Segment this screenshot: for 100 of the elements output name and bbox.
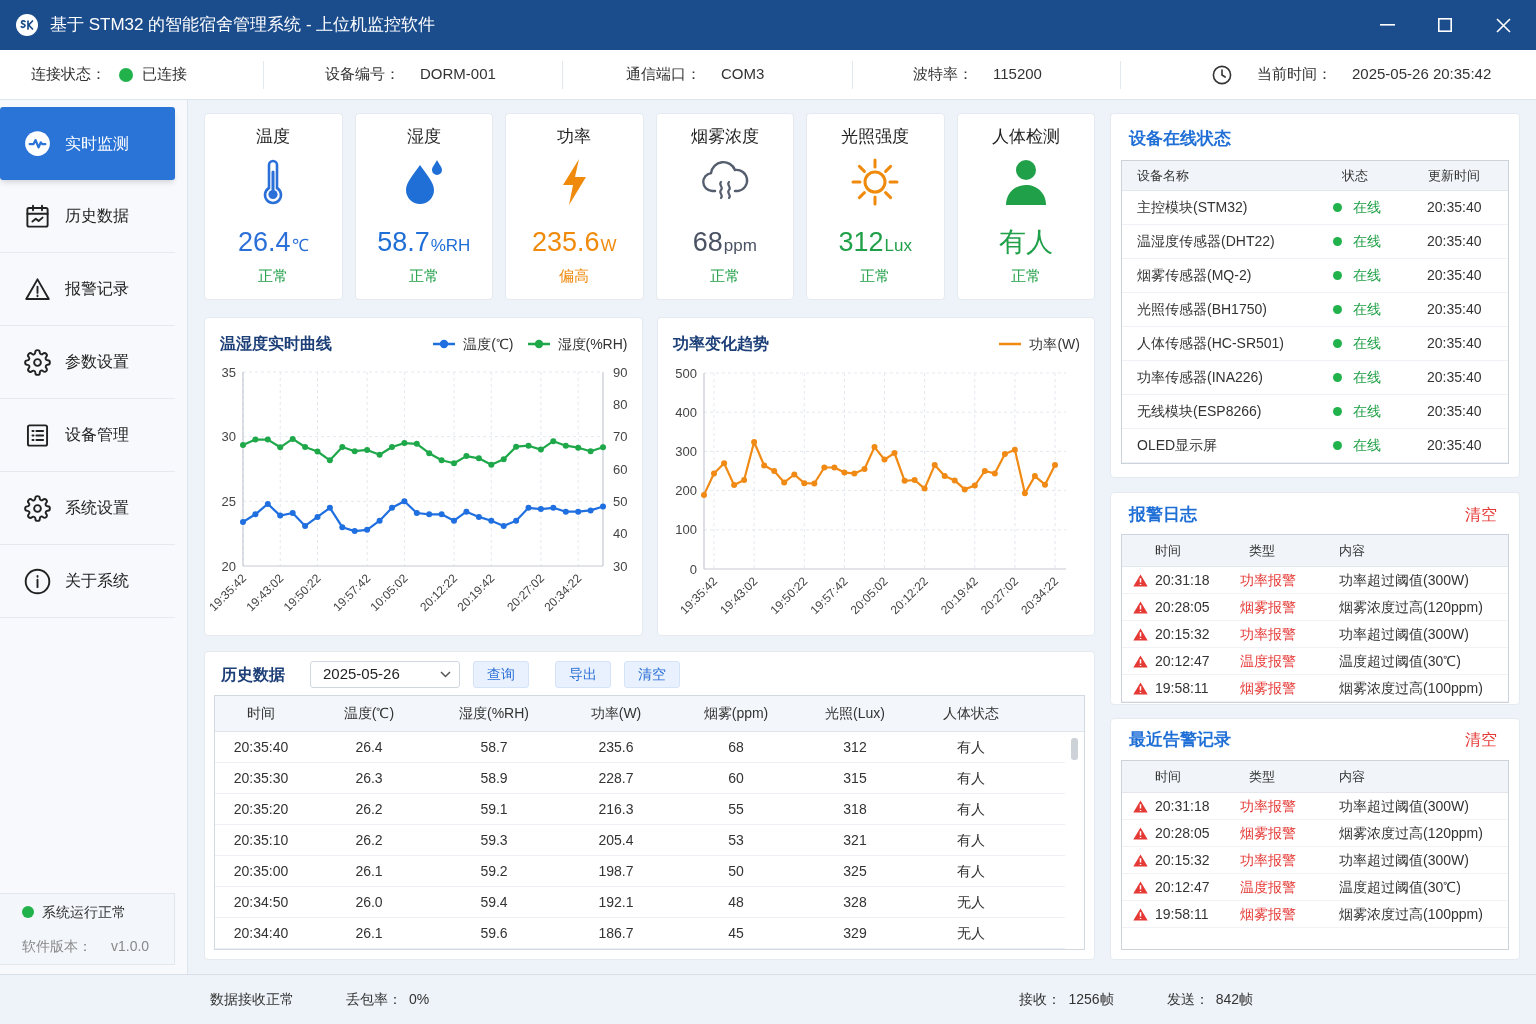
- data-point: [550, 504, 557, 511]
- data-point: [500, 456, 507, 463]
- table-cell-text: 温湿度传感器(DHT22): [1136, 232, 1276, 251]
- export-button[interactable]: 导出: [555, 661, 611, 688]
- column-header: 人体状态: [942, 704, 1000, 723]
- table-cell-text: 20:35:40: [1426, 334, 1483, 353]
- sensor-value: 68: [692, 226, 723, 258]
- data-point: [840, 469, 847, 476]
- legend-label: 功率(W): [1029, 334, 1080, 354]
- table-cell-text: 59.6: [479, 923, 509, 943]
- section-title: 报警日志: [1129, 504, 1197, 527]
- table-cell-text: 温度报警: [1240, 651, 1297, 671]
- column-header: 类型: [1248, 541, 1276, 560]
- nav-item[interactable]: 关于系统: [0, 545, 175, 618]
- scrollbar-thumb[interactable]: [1071, 738, 1078, 760]
- nav-item[interactable]: 历史数据: [0, 180, 175, 253]
- version-value: v1.0.0: [111, 936, 150, 956]
- data-point: [463, 453, 470, 460]
- info-label: 连接状态：: [31, 64, 106, 85]
- column-header: 时间: [1154, 767, 1182, 786]
- sensor-status: 正常: [258, 266, 289, 286]
- info-value: COM3: [721, 64, 765, 85]
- chevron-down-icon: [440, 671, 451, 678]
- section-title: 设备在线状态: [1127, 128, 1231, 150]
- data-point: [575, 508, 582, 515]
- table-cell-text: 48: [727, 892, 745, 912]
- data-point: [438, 511, 445, 518]
- table-cell-text: 温度报警: [1240, 877, 1297, 897]
- table-cell-text: 烟雾浓度过高(120ppm): [1339, 597, 1484, 617]
- data-point: [790, 471, 797, 478]
- sensor-value: 58.7: [377, 226, 430, 258]
- table-cell-text: 功率报警: [1240, 850, 1297, 870]
- clear-link[interactable]: 清空: [1465, 728, 1497, 752]
- clear-link[interactable]: 清空: [1465, 503, 1497, 527]
- table-cell-text: 60: [727, 768, 745, 788]
- y-axis-label: 30: [613, 558, 628, 574]
- data-point: [981, 468, 988, 474]
- data-point: [488, 517, 495, 524]
- table-cell-text: 192.1: [597, 892, 635, 912]
- data-point: [537, 506, 544, 513]
- data-point: [401, 440, 408, 447]
- column-header: 内容: [1339, 541, 1366, 560]
- status-label: 发送：: [1166, 990, 1209, 1009]
- sensor-unit: ppm: [723, 235, 757, 257]
- table-cell-text: 在线: [1353, 232, 1381, 251]
- column-header: 时间: [246, 704, 276, 723]
- table-cell-text: 20:35:40: [1426, 436, 1483, 455]
- table-cell-text: 20:35:40: [1426, 300, 1483, 319]
- warning-icon: [1133, 853, 1148, 867]
- table-cell-text: 20:15:32: [1155, 850, 1210, 870]
- nav-item[interactable]: 设备管理: [0, 399, 175, 472]
- chart-title: 功率变化趋势: [672, 334, 769, 354]
- data-point: [277, 444, 284, 451]
- data-point: [861, 466, 867, 472]
- table-cell-text: 温度超过阈值(30℃): [1339, 651, 1462, 671]
- date-select[interactable]: 2025-05-26: [310, 661, 460, 688]
- data-point: [289, 435, 296, 442]
- data-point: [700, 491, 707, 498]
- table-cell-text: 20:34:40: [232, 923, 290, 943]
- data-point: [587, 507, 594, 514]
- column-header: 类型: [1248, 767, 1276, 786]
- info-icon: [24, 567, 51, 595]
- nav-item[interactable]: 参数设置: [0, 326, 175, 399]
- nav-item[interactable]: 系统设置: [0, 472, 175, 545]
- data-point: [475, 455, 482, 462]
- nav-item[interactable]: 实时监测: [0, 107, 175, 180]
- table-cell-text: 216.3: [597, 799, 635, 819]
- nav-item[interactable]: 报警记录: [0, 253, 175, 326]
- sensor-status: 正常: [709, 266, 740, 286]
- clear-button[interactable]: 清空: [624, 661, 680, 688]
- table-cell-text: 19:58:11: [1155, 904, 1209, 924]
- column-header: 温度(℃): [342, 704, 396, 723]
- data-point: [1001, 451, 1008, 458]
- table-cell-text: 20:35:20: [232, 799, 290, 819]
- table-cell-text: 功率超过阈值(300W): [1339, 850, 1470, 870]
- table-cell-text: 烟雾报警: [1240, 678, 1297, 698]
- calendar-icon: [24, 202, 51, 230]
- y-axis-label: 100: [674, 522, 697, 538]
- data-point: [513, 517, 520, 524]
- data-point: [240, 519, 246, 525]
- sensor-value: 26.4: [237, 226, 291, 258]
- data-point: [426, 511, 433, 518]
- window-title: 基于 STM32 的智能宿舍管理系统 - 上位机监控软件: [50, 14, 436, 37]
- table-cell-text: 在线: [1353, 436, 1381, 455]
- table-cell-text: 功率报警: [1240, 624, 1297, 644]
- table-cell-text: 59.3: [479, 830, 509, 850]
- table-cell-text: 186.7: [597, 923, 635, 943]
- data-point: [871, 444, 877, 451]
- data-point: [389, 444, 395, 450]
- data-point: [326, 457, 333, 464]
- data-point: [921, 485, 928, 492]
- sensor-title: 湿度: [406, 126, 441, 148]
- data-point: [550, 438, 557, 445]
- table-cell-text: 26.1: [354, 923, 384, 943]
- table-cell-text: 328: [842, 892, 868, 912]
- data-point: [277, 512, 284, 519]
- query-button[interactable]: 查询: [473, 661, 529, 688]
- data-point: [1021, 490, 1028, 497]
- column-header: 状态: [1341, 166, 1369, 185]
- info-label: 通信端口：: [626, 64, 701, 85]
